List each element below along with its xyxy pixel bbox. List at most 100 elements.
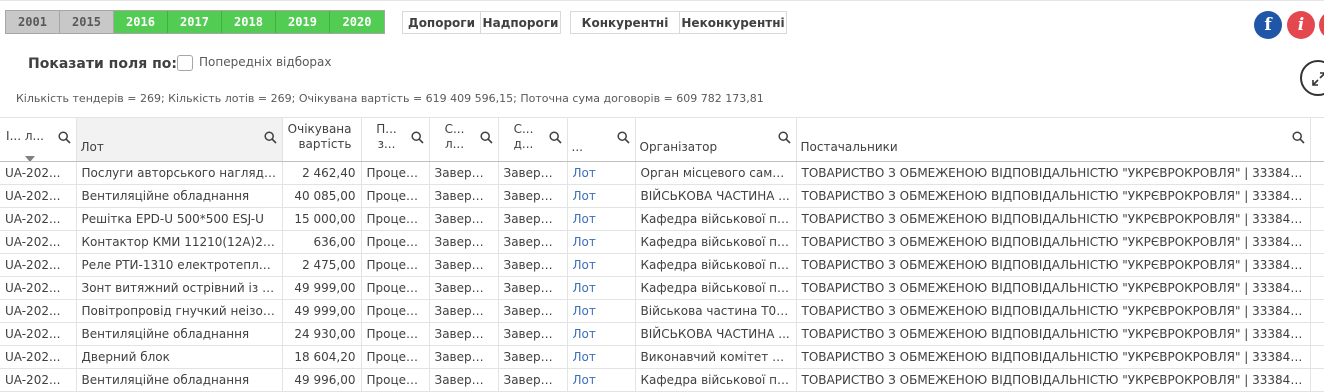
- table-cell-lot-link[interactable]: Лот: [567, 276, 636, 300]
- table-cell-procedure-type: Процед...: [361, 368, 430, 392]
- table-row[interactable]: UA-202... Контактор КМИ 11210(12А)22... 63…: [0, 230, 1324, 254]
- table-cell-expected-value: 2 462,40: [282, 161, 362, 185]
- table-row[interactable]: UA-202... Решітка EPD-U 500*500 ESJ-U 15 0…: [0, 207, 1324, 231]
- search-icon[interactable]: [777, 131, 791, 144]
- table-row[interactable]: UA-202... Послуги авторського нагляду з..…: [0, 161, 1324, 185]
- table-cell-lot-link[interactable]: Лот: [567, 299, 636, 323]
- table-cell-overflow: [1310, 345, 1324, 369]
- noncompetitive-button[interactable]: Неконкурентні: [679, 12, 786, 33]
- previous-selections-label[interactable]: Попередніх відборах: [199, 55, 332, 69]
- table-cell-organizer: Кафедра військової під...: [635, 230, 797, 254]
- column-header-label: С... д...: [513, 121, 534, 151]
- partial-button-icon[interactable]: [1319, 11, 1324, 39]
- year-button-2016[interactable]: 2016: [114, 11, 168, 33]
- table-cell-organizer: Кафедра військової під...: [635, 207, 797, 231]
- table-cell-suppliers: ТОВАРИСТВО З ОБМЕЖЕНОЮ ВІДПОВІДАЛЬНІСТЮ …: [796, 322, 1311, 346]
- table-header-row: І... л... Лот Очікувана вартість П... з... С…: [0, 117, 1324, 162]
- column-header-lot-status[interactable]: С... л...: [429, 117, 499, 162]
- below-threshold-button[interactable]: Допороги: [403, 12, 480, 33]
- table-cell-procedure-type: Процед...: [361, 322, 430, 346]
- table-cell-procedure-type: Процед...: [361, 253, 430, 277]
- above-threshold-button[interactable]: Надпороги: [480, 12, 560, 33]
- table-cell-lot-status: Заверш...: [429, 276, 499, 300]
- expand-icon[interactable]: [1300, 60, 1324, 96]
- column-header-expected-value[interactable]: Очікувана вартість: [282, 117, 362, 162]
- table-cell-lot-status: Заверш...: [429, 161, 499, 185]
- info-icon[interactable]: i: [1287, 11, 1315, 39]
- column-header-label: Постачальники: [800, 140, 898, 154]
- table-cell-overflow: [1310, 230, 1324, 254]
- table-cell-procedure-type: Процед...: [361, 230, 430, 254]
- competitive-button[interactable]: Конкурентні: [571, 12, 679, 33]
- search-icon[interactable]: [263, 131, 277, 144]
- table-cell-expected-value: 49 999,00: [282, 276, 362, 300]
- table-row[interactable]: UA-202... Вентиляційне обладнання 49 996,0…: [0, 368, 1324, 392]
- table-cell-suppliers: ТОВАРИСТВО З ОБМЕЖЕНОЮ ВІДПОВІДАЛЬНІСТЮ …: [796, 345, 1311, 369]
- table-row[interactable]: UA-202... Зонт витяжний острівний із не..…: [0, 276, 1324, 300]
- table-cell-contract-status: Заверш...: [498, 299, 568, 323]
- table-row[interactable]: UA-202... Повітропровід гнучкий неізоль..…: [0, 299, 1324, 323]
- table-cell-suppliers: ТОВАРИСТВО З ОБМЕЖЕНОЮ ВІДПОВІДАЛЬНІСТЮ …: [796, 230, 1311, 254]
- search-icon[interactable]: [57, 131, 71, 144]
- search-icon[interactable]: [410, 131, 424, 144]
- top-divider: [0, 0, 1324, 1]
- table-cell-lot-link[interactable]: Лот: [567, 184, 636, 208]
- column-header-organizer[interactable]: Організатор: [635, 117, 797, 162]
- show-fields-label: Показати поля по:: [28, 56, 177, 72]
- table-cell-procedure-type: Процед...: [361, 207, 430, 231]
- table-cell-suppliers: ТОВАРИСТВО З ОБМЕЖЕНОЮ ВІДПОВІДАЛЬНІСТЮ …: [796, 184, 1311, 208]
- table-cell-organizer: Кафедра військової під...: [635, 253, 797, 277]
- year-button-2020[interactable]: 2020: [330, 11, 384, 33]
- column-header-procedure-type[interactable]: П... з...: [361, 117, 430, 162]
- search-icon[interactable]: [616, 131, 630, 144]
- table-cell-lot-status: Заверш...: [429, 207, 499, 231]
- table-cell-procedure-type: Процед...: [361, 345, 430, 369]
- search-icon[interactable]: [1291, 131, 1305, 144]
- column-header-label: П... з...: [376, 121, 397, 151]
- column-header-label: І... л...: [6, 129, 44, 143]
- table-row[interactable]: UA-202... Вентиляційне обладнання 40 085,0…: [0, 184, 1324, 208]
- table-cell-lot-status: Заверш...: [429, 253, 499, 277]
- year-button-2015[interactable]: 2015: [60, 11, 114, 33]
- year-button-2001[interactable]: 2001: [6, 11, 60, 33]
- table-cell-lot-link[interactable]: Лот: [567, 207, 636, 231]
- table-cell-lot-status: Заверш...: [429, 322, 499, 346]
- previous-selections-checkbox[interactable]: [177, 55, 193, 71]
- table-cell-lot-link[interactable]: Лот: [567, 230, 636, 254]
- table-row[interactable]: UA-202... Вентиляційне обладнання 24 930,0…: [0, 322, 1324, 346]
- table-row[interactable]: UA-202... Дверний блок 18 604,20 Процед... З…: [0, 345, 1324, 369]
- tenders-table: І... л... Лот Очікувана вартість П... з... С…: [0, 117, 1324, 392]
- table-cell-expected-value: 24 930,00: [282, 322, 362, 346]
- year-button-2018[interactable]: 2018: [222, 11, 276, 33]
- table-cell-overflow: [1310, 368, 1324, 392]
- sort-indicator-icon: [25, 156, 35, 161]
- search-icon[interactable]: [548, 131, 562, 144]
- column-header-overflow: [1310, 117, 1324, 162]
- table-row[interactable]: UA-202... Реле РТИ-1310 електротеплов... 2…: [0, 253, 1324, 277]
- column-header-contract-status[interactable]: С... д...: [498, 117, 568, 162]
- table-cell-lot: Контактор КМИ 11210(12А)22...: [76, 230, 283, 254]
- table-cell-lot: Зонт витяжний острівний із не...: [76, 276, 283, 300]
- year-button-2019[interactable]: 2019: [276, 11, 330, 33]
- table-cell-lot-link[interactable]: Лот: [567, 368, 636, 392]
- table-cell-lot-link[interactable]: Лот: [567, 161, 636, 185]
- table-cell-organizer: Виконавчий комітет Ки...: [635, 345, 797, 369]
- table-cell-overflow: [1310, 299, 1324, 323]
- column-header-tender-id[interactable]: І... л...: [0, 117, 77, 162]
- facebook-icon[interactable]: f: [1254, 11, 1282, 39]
- column-header-suppliers[interactable]: Постачальники: [796, 117, 1311, 162]
- table-cell-lot-status: Заверш...: [429, 230, 499, 254]
- table-cell-lot-link[interactable]: Лот: [567, 322, 636, 346]
- table-cell-contract-status: Заверш...: [498, 322, 568, 346]
- table-cell-contract-status: Заверш...: [498, 161, 568, 185]
- year-button-2017[interactable]: 2017: [168, 11, 222, 33]
- table-cell-lot: Вентиляційне обладнання: [76, 368, 283, 392]
- column-header-lot-link[interactable]: ...: [567, 117, 636, 162]
- search-icon[interactable]: [479, 131, 493, 144]
- column-header-lot[interactable]: Лот: [76, 117, 283, 162]
- table-cell-suppliers: ТОВАРИСТВО З ОБМЕЖЕНОЮ ВІДПОВІДАЛЬНІСТЮ …: [796, 253, 1311, 277]
- table-cell-organizer: Орган місцевого самов...: [635, 161, 797, 185]
- table-cell-expected-value: 49 996,00: [282, 368, 362, 392]
- table-cell-lot-link[interactable]: Лот: [567, 345, 636, 369]
- table-cell-lot-link[interactable]: Лот: [567, 253, 636, 277]
